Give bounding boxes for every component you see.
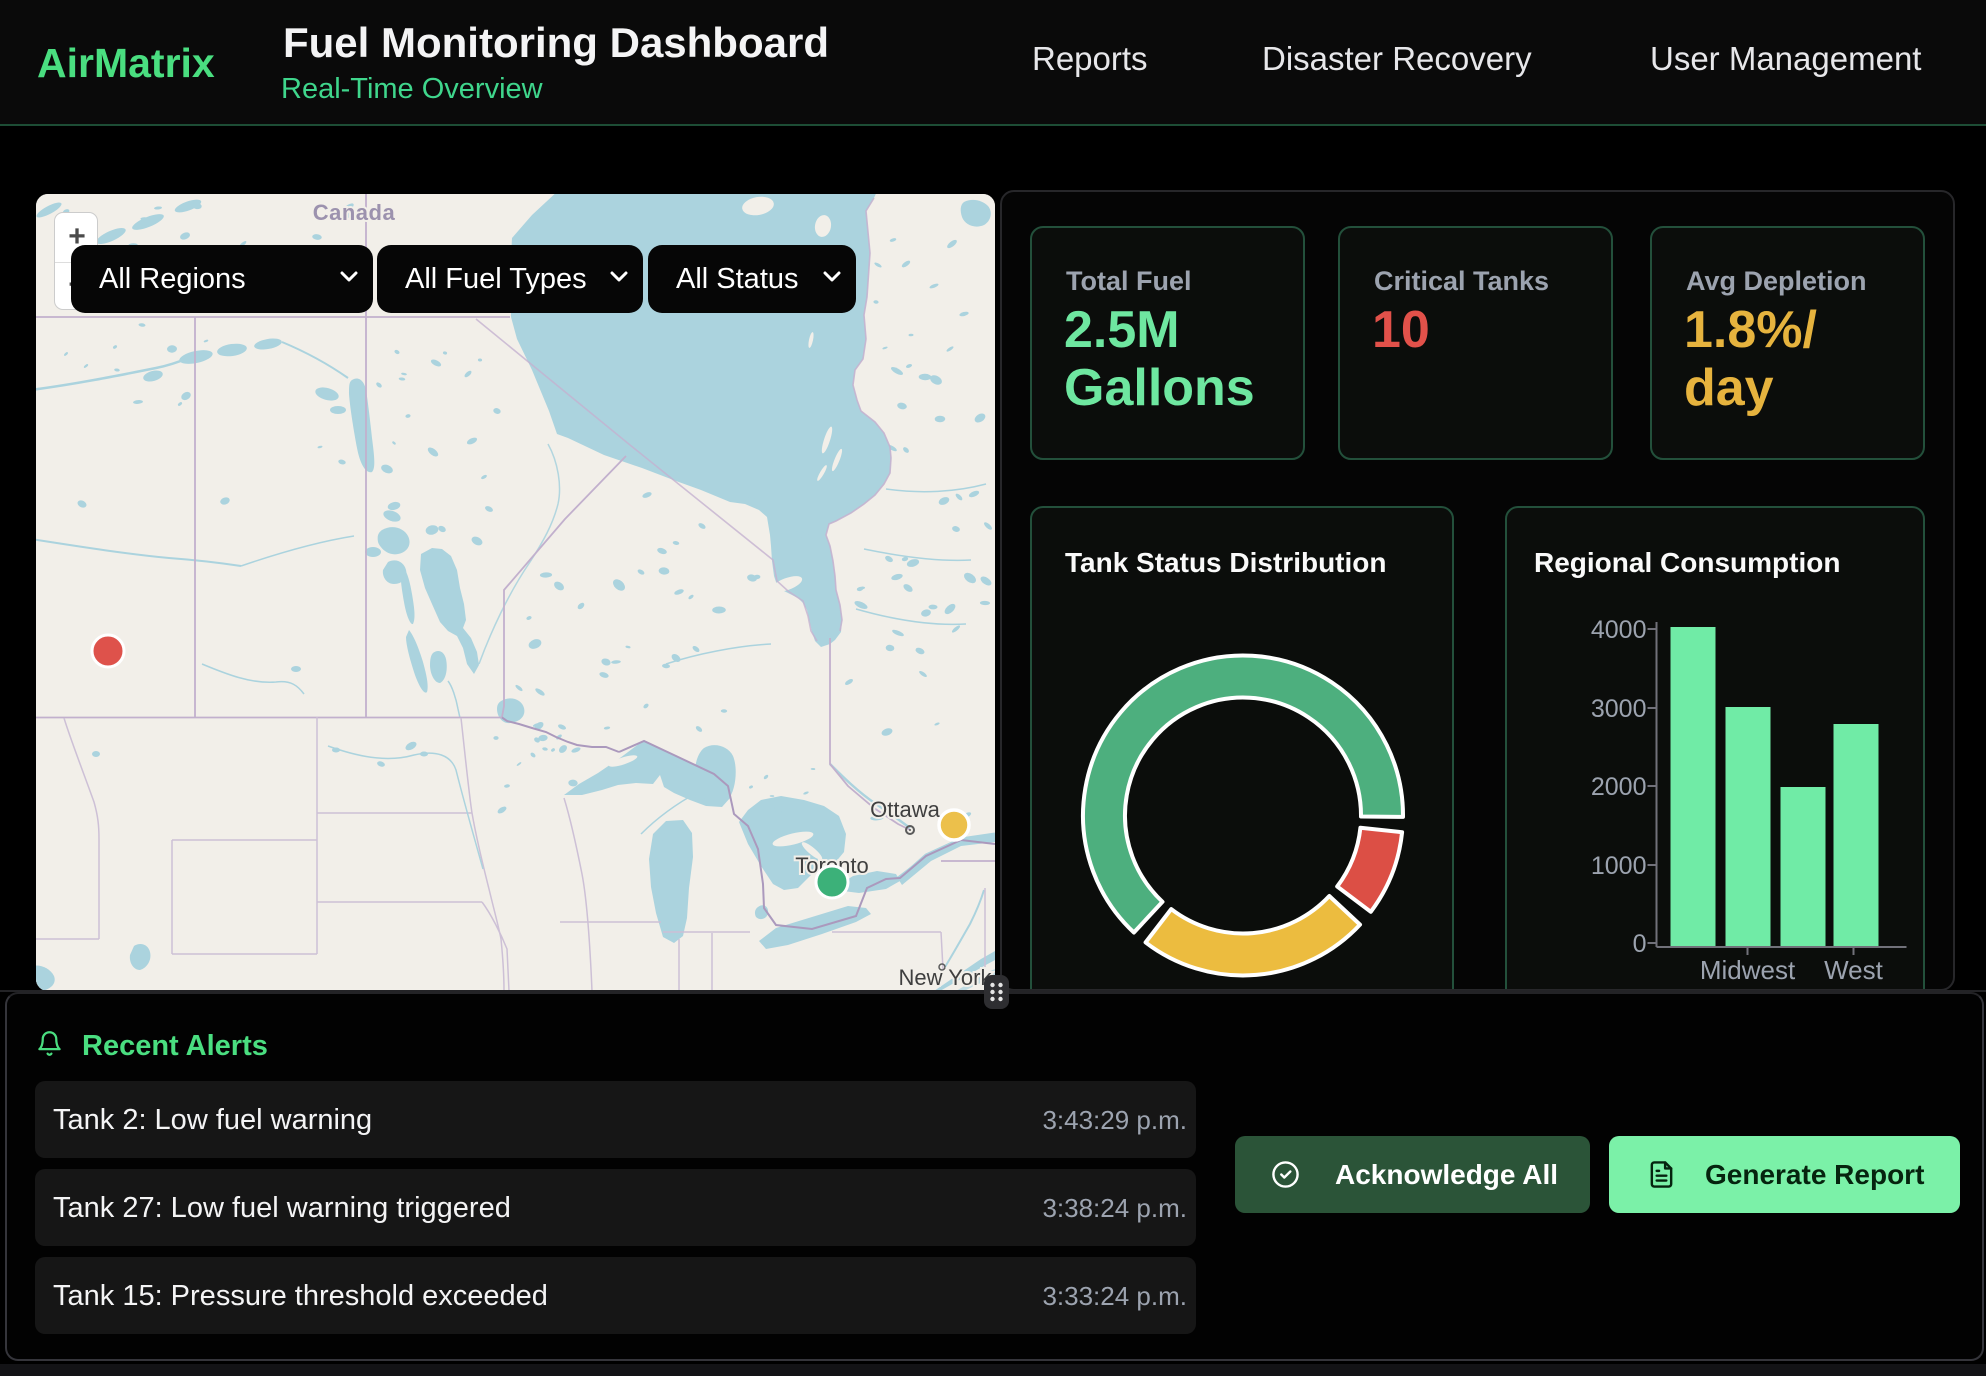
svg-text:New York: New York xyxy=(899,965,993,990)
svg-text:West: West xyxy=(1824,955,1884,985)
svg-text:0: 0 xyxy=(1633,930,1647,958)
svg-text:Midwest: Midwest xyxy=(1700,955,1796,985)
svg-text:3000: 3000 xyxy=(1591,695,1647,723)
svg-text:Ottawa: Ottawa xyxy=(870,797,940,822)
svg-text:4000: 4000 xyxy=(1591,616,1647,644)
svg-text:2000: 2000 xyxy=(1591,773,1647,801)
svg-text:Canada: Canada xyxy=(313,200,396,225)
svg-text:1000: 1000 xyxy=(1591,852,1647,880)
